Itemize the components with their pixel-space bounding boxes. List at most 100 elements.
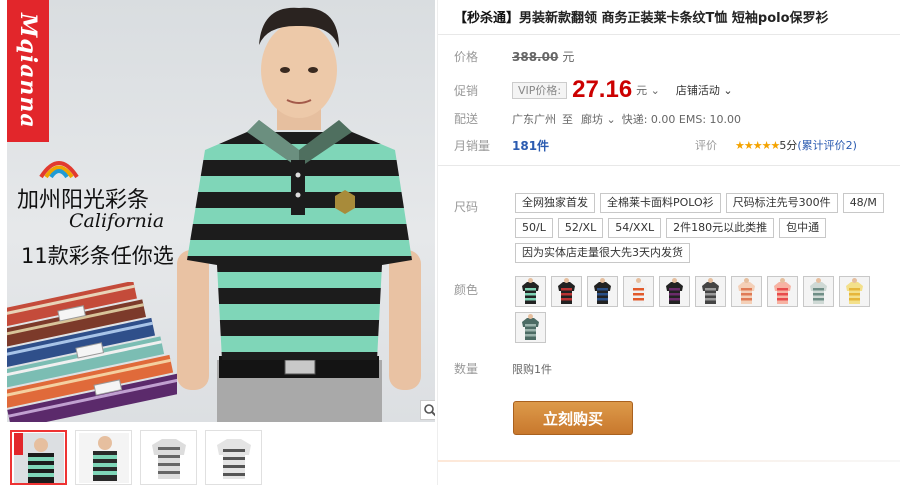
product-title: 【秒杀通】男装新款翻领 商务正装莱卡条纹T恤 短袖polo保罗衫 xyxy=(454,7,829,26)
size-option[interactable]: 全网独家首发 xyxy=(515,193,595,213)
chevron-down-icon: ⌄ xyxy=(650,84,660,97)
color-label: 颜色 xyxy=(454,283,479,297)
shirt-thumbnail-icon xyxy=(624,277,653,306)
size-option[interactable]: 全棉莱卡面料POLO衫 xyxy=(600,193,721,213)
title-divider xyxy=(438,34,900,35)
color-swatch[interactable] xyxy=(803,276,834,307)
buy-now-button[interactable]: 立刻购买 xyxy=(513,401,633,435)
color-swatch[interactable] xyxy=(515,276,546,307)
delivery-to-word: 至 xyxy=(562,112,573,126)
size-row: 尺码 xyxy=(454,198,512,215)
purchase-limit: 限购1件 xyxy=(512,362,552,376)
info-divider xyxy=(438,165,900,166)
shirt-thumbnail-icon xyxy=(516,313,545,342)
shirt-thumbnail-icon xyxy=(696,277,725,306)
size-option[interactable]: 48/M xyxy=(842,193,884,213)
delivery-from: 广东广州 xyxy=(512,112,556,126)
main-product-image[interactable]: Mqianna 加州阳光彩条 California 11款彩条任你选 xyxy=(7,0,435,422)
monthly-sales-count: 181件 xyxy=(512,139,550,153)
promo-label: 促销 xyxy=(454,83,479,98)
sale-price: 27.16 xyxy=(572,76,633,103)
chevron-down-icon: ⌄ xyxy=(606,112,616,126)
delivery-label: 配送 xyxy=(454,112,479,126)
color-swatch[interactable] xyxy=(695,276,726,307)
title-text: 男装新款翻领 商务正装莱卡条纹T恤 短袖polo保罗衫 xyxy=(519,11,829,26)
title-tag: 【秒杀通】 xyxy=(454,11,520,26)
folded-shirts-image xyxy=(7,282,177,422)
quantity-label: 数量 xyxy=(454,362,479,376)
vip-price-badge[interactable]: VIP价格: xyxy=(512,81,568,99)
brand-tag: Mqianna xyxy=(7,0,49,142)
thumbnail-3[interactable] xyxy=(140,430,197,485)
color-swatch[interactable] xyxy=(659,276,690,307)
thumbnail-1[interactable] xyxy=(10,430,67,485)
size-label: 尺码 xyxy=(454,200,479,214)
original-price: 388.00 xyxy=(512,49,559,64)
size-option[interactable]: 52/XL xyxy=(557,218,604,238)
color-options xyxy=(515,276,900,343)
product-info-panel: 【秒杀通】男装新款翻领 商务正装莱卡条纹T恤 短袖polo保罗衫 价格 388.… xyxy=(437,0,900,485)
price-row: 价格 388.00 元 xyxy=(454,48,574,65)
shirt-thumbnail-icon xyxy=(552,277,581,306)
shirt-thumbnail-icon xyxy=(516,277,545,306)
store-activity-label: 店铺活动 xyxy=(675,84,720,97)
magnifier-icon xyxy=(424,404,435,417)
promo-row: 促销 VIP价格: 27.16 元 ⌄ 店铺活动 ⌄ xyxy=(454,76,733,104)
color-swatch[interactable] xyxy=(623,276,654,307)
thumbnail-strip xyxy=(10,430,262,485)
review-count-link[interactable]: (累计评价2) xyxy=(797,137,857,153)
zoom-button[interactable] xyxy=(420,400,435,420)
chevron-down-icon: ⌄ xyxy=(723,84,733,97)
price-unit: 元 xyxy=(562,50,575,64)
color-swatch[interactable] xyxy=(767,276,798,307)
color-swatch[interactable] xyxy=(551,276,582,307)
monthly-sales-row: 月销量 181件 xyxy=(454,137,549,154)
thumbnail-image xyxy=(78,432,129,483)
shipping-fees: 快递: 0.00 EMS: 10.00 xyxy=(621,112,742,126)
delivery-destination: 廊坊 xyxy=(581,112,603,126)
size-options: 全网独家首发 全棉莱卡面料POLO衫 尺码标注先号300件 48/M 50/L 52/XL… xyxy=(515,193,895,263)
brand-name: Mqianna xyxy=(15,13,41,129)
size-option[interactable]: 50/L xyxy=(515,218,553,238)
thumbnail-image xyxy=(143,432,194,483)
shirt-thumbnail-icon xyxy=(804,277,833,306)
delivery-row: 配送 广东广州 至 廊坊 ⌄ 快递: 0.00 EMS: 10.00 xyxy=(454,110,741,127)
currency-select[interactable]: 元 ⌄ xyxy=(636,82,660,98)
shirt-thumbnail-icon xyxy=(660,277,689,306)
size-option[interactable]: 2件180元以此类推 xyxy=(666,218,775,238)
currency-unit: 元 xyxy=(636,84,648,97)
rainbow-logo-icon xyxy=(39,161,79,179)
thumbnail-4[interactable] xyxy=(205,430,262,485)
monthly-sales-label: 月销量 xyxy=(454,139,491,153)
shirt-thumbnail-icon xyxy=(732,277,761,306)
color-swatch[interactable] xyxy=(515,312,546,343)
quantity-row: 数量 限购1件 xyxy=(454,360,552,377)
shirt-thumbnail-icon xyxy=(768,277,797,306)
size-option[interactable]: 因为实体店走量很大先3天内发货 xyxy=(515,243,690,263)
size-option[interactable]: 54/XXL xyxy=(608,218,662,238)
shirt-thumbnail-icon xyxy=(840,277,869,306)
price-label: 价格 xyxy=(454,50,479,64)
rating-block: 评价 ★★★★★ 5分 (累计评价2) xyxy=(695,137,857,153)
color-swatch[interactable] xyxy=(839,276,870,307)
store-activity-select[interactable]: 店铺活动 ⌄ xyxy=(676,82,733,98)
color-swatch[interactable] xyxy=(587,276,618,307)
size-option[interactable]: 包中通 xyxy=(779,218,827,238)
thumbnail-image xyxy=(208,432,259,483)
thumbnail-2[interactable] xyxy=(75,430,132,485)
product-gallery: Mqianna 加州阳光彩条 California 11款彩条任你选 xyxy=(0,0,437,485)
product-page: Mqianna 加州阳光彩条 California 11款彩条任你选 【秒杀通】… xyxy=(0,0,900,485)
color-swatch[interactable] xyxy=(731,276,762,307)
promo-subline: 11款彩条任你选 xyxy=(21,244,174,268)
bottom-divider xyxy=(438,460,900,462)
model-wearing-polo-image xyxy=(177,7,421,422)
color-row: 颜色 xyxy=(454,281,512,298)
delivery-destination-select[interactable]: 廊坊 ⌄ xyxy=(581,111,616,127)
rating-score: 5分 xyxy=(779,139,798,152)
review-label: 评价 xyxy=(695,139,717,152)
size-option[interactable]: 尺码标注先号300件 xyxy=(725,193,838,213)
shirt-thumbnail-icon xyxy=(588,277,617,306)
rating-stars-icon: ★★★★★ xyxy=(735,138,780,152)
promo-english: California xyxy=(69,210,165,232)
thumbnail-image xyxy=(13,432,64,483)
